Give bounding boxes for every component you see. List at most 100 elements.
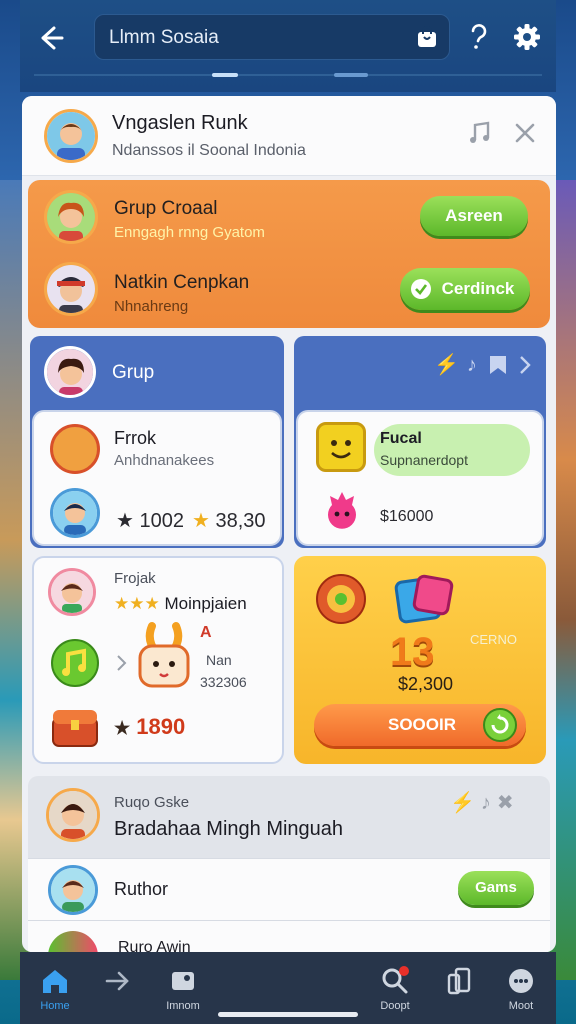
share-icon[interactable]: ⚡♪✖: [450, 790, 520, 815]
nav-search-label: Doopt: [380, 1000, 410, 1012]
item-price: $16000: [380, 508, 434, 525]
tab-indicator-active[interactable]: [212, 73, 238, 77]
shopping-bag-icon[interactable]: [415, 25, 439, 49]
nav-home[interactable]: Home: [20, 960, 90, 1020]
player-action-button[interactable]: Asreen: [420, 196, 528, 236]
nav-inbox-label: Imnom: [166, 1000, 200, 1012]
devices-icon: [447, 967, 471, 995]
player-action-label: Cerdinck: [441, 279, 515, 298]
avatar[interactable]: [46, 788, 100, 842]
bookmark-icon[interactable]: [488, 354, 508, 376]
group-title: Grup: [112, 362, 155, 383]
music-note-icon: [470, 121, 490, 143]
close-button[interactable]: [510, 118, 540, 148]
item-name: Nan: [206, 652, 232, 668]
avatar[interactable]: [48, 865, 98, 915]
content-panel: Vngaslen Runk Ndanssos il Soonal Indonia…: [22, 96, 556, 952]
reward-number: 13: [390, 630, 435, 674]
music-icon: [51, 639, 99, 687]
tab-divider: [34, 74, 542, 76]
player-subtitle: Nhnahreng: [114, 298, 189, 315]
section-heading: Bradahaa Mingh Minguah: [114, 818, 344, 840]
avatar[interactable]: [44, 190, 98, 244]
chevron-right-icon[interactable]: [518, 354, 532, 376]
refresh-icon: [483, 708, 517, 742]
share-icon[interactable]: ⚡♪: [434, 352, 485, 377]
list-item[interactable]: Ruro Awin: [28, 920, 550, 952]
project-rating: ★★★ Moinpjaien: [114, 594, 247, 614]
star-icon: ★: [116, 510, 134, 532]
section-title: Ruqo Gske: [114, 794, 190, 811]
stat-value: ★ 38,30: [192, 508, 266, 533]
music-button[interactable]: [466, 118, 496, 148]
search-icon: [382, 966, 409, 994]
nav-more[interactable]: Moot: [486, 960, 556, 1020]
nav-search[interactable]: Doopt: [360, 960, 430, 1020]
item-name: Fucal: [380, 430, 422, 447]
home-indicator: [218, 1012, 358, 1017]
game-card[interactable]: Frrok Anhdnanakees ★ 1002 ★ 38,30: [32, 410, 282, 546]
avatar[interactable]: [44, 346, 96, 398]
player-name: Natkin Cenpkan: [114, 272, 250, 293]
reward-price: $2,300: [398, 674, 454, 694]
settings-button[interactable]: [510, 20, 544, 54]
stat-one: 1002: [139, 510, 185, 532]
project-name: Moinpjaien: [164, 594, 247, 613]
reward-claim-button[interactable]: SOOOIR: [314, 704, 526, 746]
tab-indicator[interactable]: [334, 73, 368, 77]
arrow-left-icon: [41, 26, 64, 50]
star-icon: ★: [114, 718, 131, 738]
gear-icon: [514, 24, 540, 50]
profile-header: Vngaslen Runk Ndanssos il Soonal Indonia: [22, 96, 556, 176]
list-item-label: Ruthor: [114, 879, 169, 899]
gem-box-icon: [394, 574, 454, 624]
featured-players-card: Grup Croaal Enngagh rnng Gyatom Asreen N…: [28, 180, 550, 328]
avatar[interactable]: [48, 568, 96, 616]
player-action-button[interactable]: Cerdinck: [400, 268, 530, 310]
avatar[interactable]: [44, 262, 98, 316]
nav-inbox[interactable]: Imnom: [148, 960, 218, 1020]
player-name: Grup Croaal: [114, 198, 218, 219]
nav-forward[interactable]: [82, 960, 152, 1020]
search-bar[interactable]: Llmm Sosaia: [94, 14, 450, 60]
chevron-right-icon[interactable]: [116, 654, 128, 672]
home-icon: [43, 970, 67, 993]
question-icon: [471, 24, 487, 49]
list-item-label: Ruro Awin: [118, 939, 191, 952]
chest-icon: [50, 424, 100, 474]
project-card[interactable]: Frojak ★★★ Moinpjaien A Nan 332306 ★ 189…: [32, 556, 284, 764]
item-subtitle: Supnanerdopt: [380, 452, 468, 468]
list-item[interactable]: Ruthor Gams: [28, 858, 550, 920]
score-value: 1890: [136, 714, 186, 739]
treasure-chest-icon: [52, 710, 98, 747]
back-button[interactable]: [34, 22, 66, 54]
game-name: Frrok: [114, 428, 156, 448]
nav-home-label: Home: [40, 1000, 70, 1012]
list-item-button[interactable]: Gams: [458, 871, 534, 905]
reward-side-text: CERNO: [470, 632, 517, 647]
avatar[interactable]: [50, 488, 100, 538]
target-icon: [316, 574, 366, 624]
bunny-icon: [138, 622, 190, 688]
profile-subtitle: Ndanssos il Soonal Indonia: [112, 142, 306, 159]
reward-card[interactable]: 13 CERNO $2,300 SOOOIR: [294, 556, 546, 764]
player-subtitle: Enngagh rnng Gyatom: [114, 224, 265, 241]
badge-icon: [411, 279, 431, 299]
project-title: Frojak: [114, 570, 156, 587]
help-button[interactable]: [462, 20, 496, 54]
stat-two: 38,30: [215, 510, 266, 532]
stars-icon: ★★★: [114, 594, 160, 613]
search-text: Llmm Sosaia: [109, 27, 219, 48]
pink-monster-icon: [328, 492, 356, 529]
star-icon: ★: [192, 510, 210, 532]
game-subtitle: Anhdnanakees: [114, 452, 215, 469]
nav-devices[interactable]: [424, 960, 494, 1020]
item-card[interactable]: Fucal Supnanerdopt $16000: [296, 410, 544, 546]
close-icon: [515, 123, 535, 143]
arrow-right-icon: [105, 971, 129, 991]
profile-title: Vngaslen Runk: [112, 112, 248, 134]
project-badge: A: [200, 624, 212, 641]
top-bar: Llmm Sosaia: [20, 0, 556, 92]
image-icon: [172, 972, 194, 990]
avatar[interactable]: [44, 109, 98, 163]
